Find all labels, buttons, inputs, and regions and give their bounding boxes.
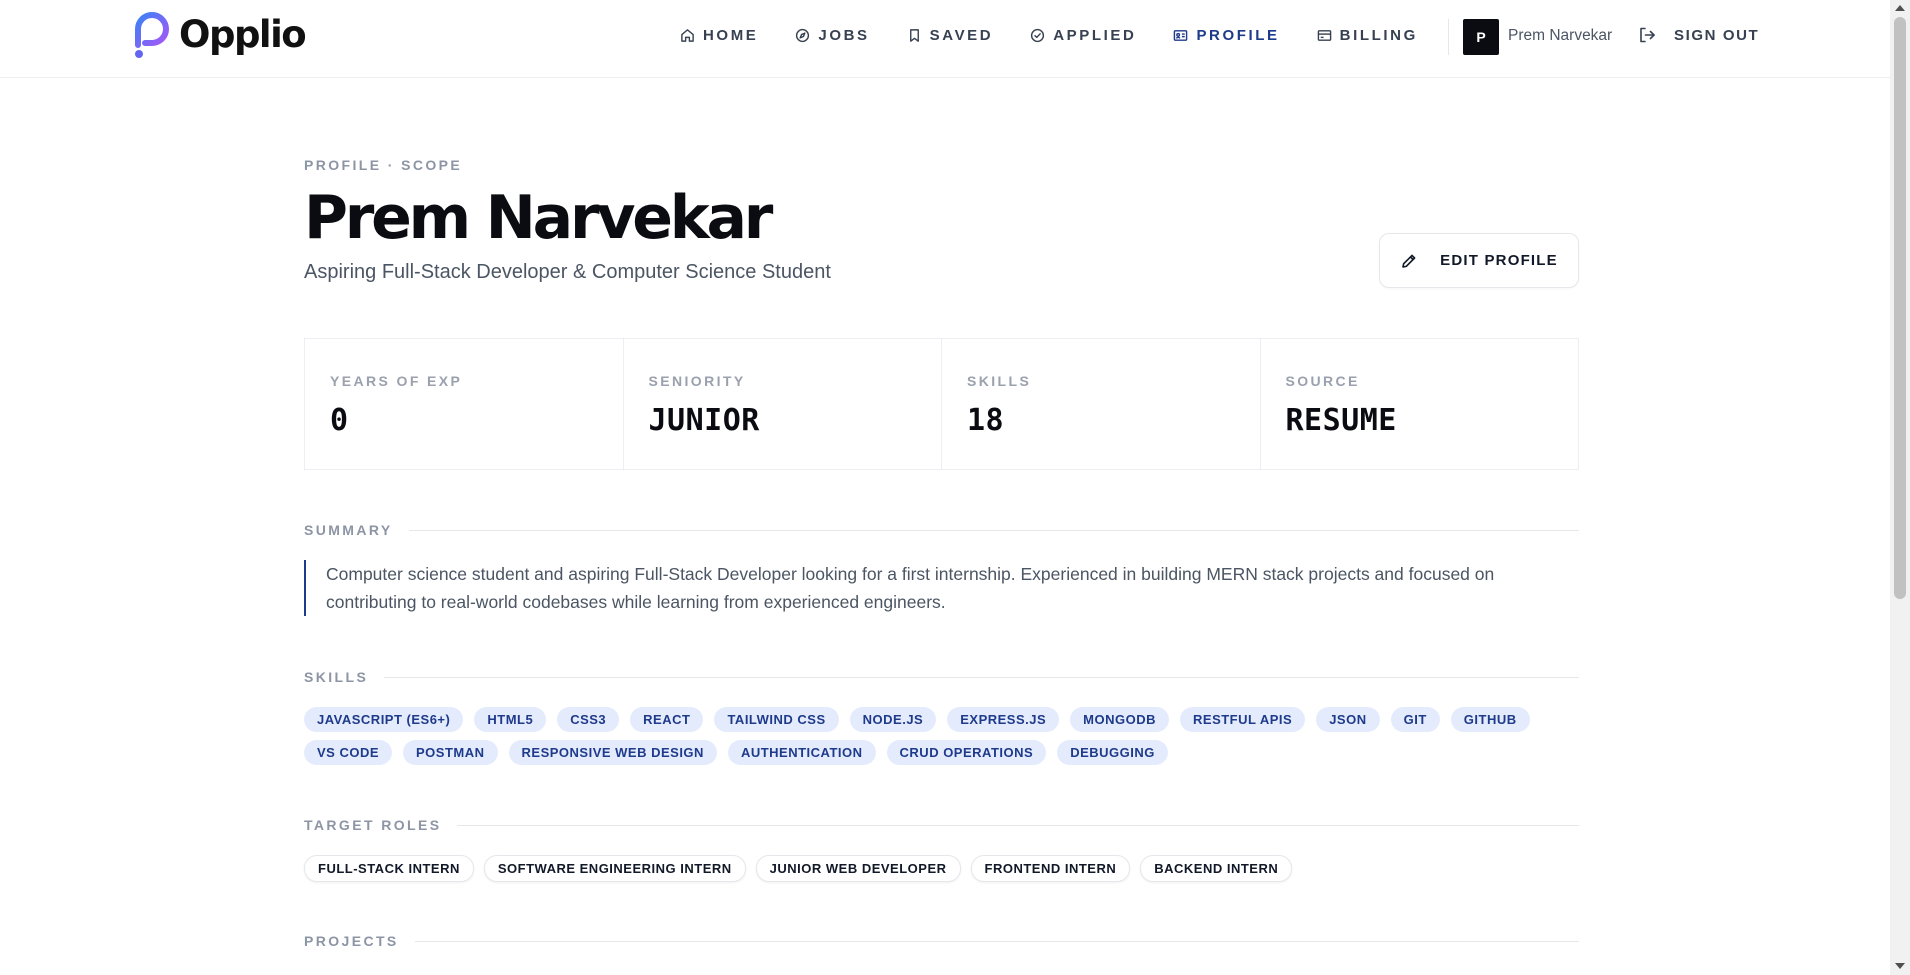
section-header-summary: SUMMARY	[304, 520, 1579, 540]
profile-stats: YEARS OF EXP 0 SENIORITY JUNIOR SKILLS 1…	[304, 338, 1579, 470]
section-header-projects: PROJECTS	[304, 931, 1579, 951]
nav-label: HOME	[703, 26, 759, 44]
scrollbar-thumb[interactable]	[1894, 17, 1906, 599]
opplio-logo-icon	[135, 12, 169, 58]
user-avatar[interactable]: P	[1463, 19, 1499, 55]
stat-label: YEARS OF EXP	[330, 373, 463, 389]
stat-value: 0	[330, 403, 349, 438]
target-role-chip: FRONTEND INTERN	[970, 855, 1131, 882]
skill-chip-list: JAVASCRIPT (ES6+) HTML5 CSS3 REACT TAILWIND …	[304, 707, 1579, 773]
section-divider	[384, 676, 1579, 678]
skill-chip: RESTFUL APIS	[1180, 707, 1306, 732]
nav-item-jobs[interactable]: JOBS	[795, 27, 869, 44]
section-header-skills: SKILLS	[304, 667, 1579, 687]
credit-card-icon	[1317, 29, 1331, 41]
page-scrollbar[interactable]	[1890, 0, 1910, 975]
nav-label: JOBS	[818, 26, 870, 44]
breadcrumb: PROFILE · SCOPE	[304, 157, 463, 173]
edit-profile-button[interactable]: EDIT PROFILE	[1379, 233, 1579, 288]
skill-chip: GITHUB	[1450, 707, 1530, 732]
skill-chip: JAVASCRIPT (ES6+)	[304, 707, 464, 732]
section-label: SUMMARY	[304, 522, 393, 538]
stat-label: SKILLS	[967, 373, 1032, 389]
skill-chip: NODE.JS	[849, 707, 937, 732]
page: Opplio HOME JOBS SAVED APPLIED PROFILE B…	[0, 0, 1910, 975]
skill-chip: CSS3	[557, 707, 620, 732]
section-divider	[408, 529, 1579, 531]
sign-out-icon	[1640, 27, 1655, 43]
skill-chip: EXPRESS.JS	[947, 707, 1060, 732]
stat-label: SOURCE	[1285, 373, 1360, 389]
stat-skills: SKILLS 18	[942, 339, 1261, 469]
nav-item-profile[interactable]: PROFILE	[1173, 27, 1279, 44]
skill-chip: MONGODB	[1070, 707, 1170, 732]
nav-item-billing[interactable]: BILLING	[1317, 27, 1418, 44]
edit-profile-label: EDIT PROFILE	[1440, 252, 1558, 269]
skill-chip: HTML5	[474, 707, 547, 732]
top-navigation-bar: Opplio HOME JOBS SAVED APPLIED PROFILE B…	[0, 0, 1890, 78]
nav-item-applied[interactable]: APPLIED	[1030, 27, 1136, 44]
stat-seniority: SENIORITY JUNIOR	[624, 339, 942, 469]
skill-chip: GIT	[1390, 707, 1440, 732]
target-role-chip: FULL-STACK INTERN	[304, 855, 474, 882]
target-role-chip: BACKEND INTERN	[1140, 855, 1293, 882]
section-divider	[457, 824, 1579, 826]
skill-chip: RESPONSIVE WEB DESIGN	[508, 740, 717, 765]
brand-logo[interactable]: Opplio	[131, 9, 307, 59]
section-label: PROJECTS	[304, 933, 399, 949]
section-label: TARGET ROLES	[304, 817, 442, 833]
user-name: Prem Narvekar	[1508, 27, 1613, 44]
stat-value: 18	[967, 403, 1005, 438]
nav-label: APPLIED	[1053, 26, 1137, 44]
nav-label: SAVED	[929, 26, 994, 44]
section-header-target-roles: TARGET ROLES	[304, 815, 1579, 835]
stat-years-of-exp: YEARS OF EXP 0	[305, 339, 624, 469]
nav-item-home[interactable]: HOME	[680, 27, 758, 44]
skill-chip: DEBUGGING	[1057, 740, 1168, 765]
scroll-up-arrow-icon[interactable]	[1895, 5, 1905, 11]
nav-label: BILLING	[1339, 26, 1418, 44]
scroll-down-arrow-icon[interactable]	[1895, 963, 1905, 969]
stat-value: JUNIOR	[648, 403, 760, 438]
skill-chip: POSTMAN	[403, 740, 498, 765]
target-role-chip: JUNIOR WEB DEVELOPER	[755, 855, 961, 882]
skill-chip: JSON	[1316, 707, 1380, 732]
id-card-icon	[1174, 29, 1188, 41]
compass-icon	[796, 28, 810, 42]
main-nav: HOME JOBS SAVED APPLIED PROFILE BILLING	[680, 22, 1455, 48]
check-circle-icon	[1031, 28, 1045, 42]
section-label: SKILLS	[304, 669, 369, 685]
profile-headline: Aspiring Full-Stack Developer & Computer…	[304, 261, 831, 283]
stat-value: RESUME	[1285, 403, 1397, 438]
home-icon	[681, 28, 694, 42]
skill-chip: CRUD OPERATIONS	[886, 740, 1047, 765]
nav-item-saved[interactable]: SAVED	[907, 27, 994, 44]
skill-chip: VS CODE	[304, 740, 393, 765]
target-role-chip-list: FULL-STACK INTERN SOFTWARE ENGINEERING IN…	[304, 855, 1579, 890]
summary-text: Computer science student and aspiring Fu…	[304, 560, 1579, 616]
bookmark-icon	[909, 28, 919, 42]
sign-out-button[interactable]: SIGN OUT	[1638, 26, 1759, 44]
nav-label: PROFILE	[1196, 26, 1280, 44]
brand-name: Opplio	[179, 12, 307, 56]
target-role-chip: SOFTWARE ENGINEERING INTERN	[483, 855, 746, 882]
pencil-icon	[1402, 254, 1416, 268]
nav-divider	[1448, 19, 1449, 55]
section-divider	[414, 940, 1579, 942]
skill-chip: REACT	[630, 707, 704, 732]
stat-source: SOURCE RESUME	[1261, 339, 1579, 469]
skill-chip: TAILWIND CSS	[714, 707, 839, 732]
sign-out-label: SIGN OUT	[1674, 26, 1760, 44]
stat-label: SENIORITY	[648, 373, 746, 389]
skill-chip: AUTHENTICATION	[727, 740, 876, 765]
page-title: Prem Narvekar	[304, 183, 773, 253]
